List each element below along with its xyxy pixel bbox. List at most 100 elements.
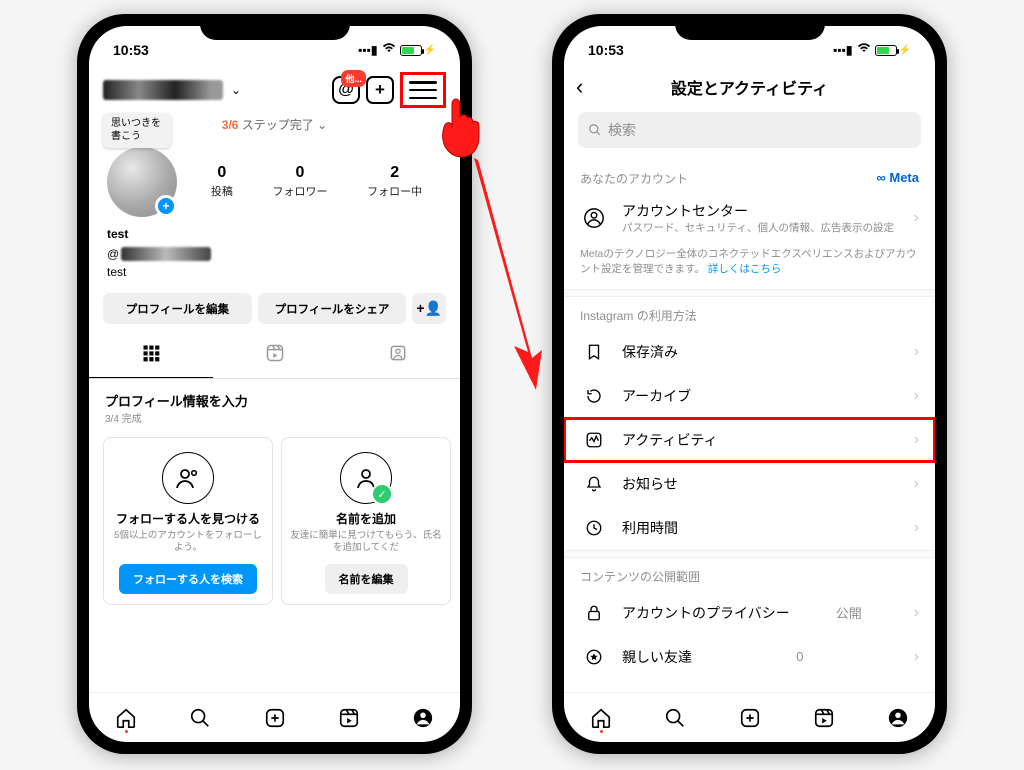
signal-icon: ▪▪▪▮ <box>358 43 377 57</box>
row-saved[interactable]: 保存済み › <box>564 330 935 374</box>
phone-profile: 10:53 ▪▪▪▮ ⚡ ⌄ @他... + 3/6 ステップ完了 ⌄ <box>77 14 472 754</box>
section-usage: Instagram の利用方法 <box>564 297 935 330</box>
create-button[interactable]: + <box>366 76 394 104</box>
stat-following[interactable]: 2フォロー中 <box>367 164 422 200</box>
search-input[interactable]: 検索 <box>578 112 921 148</box>
meta-logo: ∞ Meta <box>876 170 919 187</box>
threads-icon: @ <box>107 247 121 261</box>
profile-icon <box>412 707 434 729</box>
onboarding-cards: フォローする人を見つける 5個以上のアカウントをフォローしよう。 フォローする人… <box>89 427 460 615</box>
edit-profile-button[interactable]: プロフィールを編集 <box>103 293 252 324</box>
divider <box>564 550 935 558</box>
row-account-center[interactable]: アカウントセンター パスワード、セキュリティ、個人の情報、広告表示の設定 › <box>564 193 935 243</box>
display-name: test <box>107 227 442 241</box>
tab-grid[interactable] <box>89 334 213 378</box>
bookmark-icon <box>580 343 608 361</box>
tab-create[interactable] <box>237 693 311 742</box>
section-label: コンテンツの公開範囲 <box>580 568 700 585</box>
avatar-tooltip: 思いつきを書こう <box>103 113 171 148</box>
tab-search[interactable] <box>163 693 237 742</box>
arrow-annotation <box>456 154 546 399</box>
username-obscured[interactable] <box>103 80 223 100</box>
tab-create[interactable] <box>712 693 786 742</box>
section-label: Instagram の利用方法 <box>580 307 697 324</box>
row-notifications[interactable]: お知らせ › <box>564 462 935 506</box>
steps-label: ステップ完了 <box>242 118 314 132</box>
row-screentime[interactable]: 利用時間 › <box>564 506 935 550</box>
discover-people-button[interactable]: +👤 <box>412 293 446 324</box>
bell-icon <box>580 475 608 493</box>
row-label: 親しい友達 <box>622 647 692 667</box>
prompt-title: プロフィール情報を入力 <box>105 391 444 410</box>
prompt-sub: 3/4 完成 <box>105 410 444 425</box>
profile-icon <box>887 707 909 729</box>
bio-text: test <box>107 265 442 279</box>
people-icon <box>162 452 214 504</box>
tab-reels[interactable] <box>213 334 337 378</box>
clock-icon <box>580 519 608 537</box>
home-notification-dot <box>125 730 128 733</box>
charging-icon: ⚡ <box>899 45 911 56</box>
share-profile-button[interactable]: プロフィールをシェア <box>258 293 407 324</box>
tagged-icon <box>388 343 408 363</box>
plus-box-icon <box>739 707 761 729</box>
card-add-name: 名前を追加 友達に簡単に見つけてもらう、氏名を追加してくだ 名前を編集 <box>281 437 451 605</box>
add-story-icon[interactable]: + <box>155 195 177 217</box>
meta-note: Metaのテクノロジー全体のコネクテッドエクスペリエンスおよびアカウント設定を管… <box>564 243 935 288</box>
row-sub: パスワード、セキュリティ、個人の情報、広告表示の設定 <box>622 221 894 235</box>
chevron-right-icon: › <box>914 209 919 227</box>
find-people-button[interactable]: フォローする人を検索 <box>119 564 257 594</box>
tab-reels-bottom[interactable] <box>787 693 861 742</box>
chevron-down-icon[interactable]: ⌄ <box>231 83 241 97</box>
chevron-right-icon: › <box>914 519 919 537</box>
section-account: あなたのアカウント ∞ Meta <box>564 160 935 193</box>
home-notification-dot <box>600 730 603 733</box>
row-archive[interactable]: アーカイブ › <box>564 374 935 418</box>
lock-icon <box>580 604 608 622</box>
settings-header: ‹ 設定とアクティビティ <box>564 66 935 108</box>
tab-reels-bottom[interactable] <box>312 693 386 742</box>
steps-fraction: 3/6 <box>222 118 239 132</box>
meta-learn-more-link[interactable]: 詳しくはこちら <box>708 263 782 275</box>
bio: test @ test <box>89 223 460 283</box>
row-activity[interactable]: アクティビティ › <box>564 418 935 462</box>
card-find-people: フォローする人を見つける 5個以上のアカウントをフォローしよう。 フォローする人… <box>103 437 273 605</box>
bottom-tabbar <box>564 692 935 742</box>
notch <box>675 14 825 40</box>
row-label: 保存済み <box>622 342 678 362</box>
row-value: 0 <box>796 649 803 664</box>
row-close-friends[interactable]: 親しい友達 0 › <box>564 635 935 679</box>
row-title: アカウントセンター <box>622 201 894 221</box>
charging-icon: ⚡ <box>424 45 436 56</box>
avatar-wrap[interactable]: 思いつきを書こう + <box>107 147 177 217</box>
chevron-down-icon: ⌄ <box>317 118 327 132</box>
chevron-right-icon: › <box>914 343 919 361</box>
search-placeholder: 検索 <box>608 120 636 140</box>
stat-posts[interactable]: 0投稿 <box>211 164 233 200</box>
status-right: ▪▪▪▮ ⚡ <box>358 43 436 57</box>
reels-icon <box>338 707 360 729</box>
status-time: 10:53 <box>113 42 149 58</box>
grid-icon <box>141 343 161 363</box>
tab-profile[interactable] <box>386 693 460 742</box>
bottom-tabbar <box>89 692 460 742</box>
edit-name-button[interactable]: 名前を編集 <box>325 564 408 594</box>
screen-settings: 10:53 ▪▪▪▮ ⚡ ‹ 設定とアクティビティ 検索 あなたのアカウント ∞… <box>564 26 935 742</box>
section-label: あなたのアカウント <box>580 170 688 187</box>
status-time: 10:53 <box>588 42 624 58</box>
tab-home[interactable] <box>89 693 163 742</box>
profile-prompt: プロフィール情報を入力 3/4 完成 <box>89 379 460 427</box>
person-icon <box>340 452 392 504</box>
stat-followers[interactable]: 0フォロワー <box>272 164 327 200</box>
threads-handle-obscured <box>121 247 211 261</box>
tab-home[interactable] <box>564 693 638 742</box>
tab-tagged[interactable] <box>336 334 460 378</box>
row-privacy[interactable]: アカウントのプライバシー 公開 › <box>564 591 935 635</box>
tab-profile[interactable] <box>861 693 935 742</box>
threads-button[interactable]: @他... <box>332 76 360 104</box>
tab-search[interactable] <box>638 693 712 742</box>
battery-icon <box>400 45 422 56</box>
search-icon <box>588 123 602 137</box>
battery-icon <box>875 45 897 56</box>
phone-settings: 10:53 ▪▪▪▮ ⚡ ‹ 設定とアクティビティ 検索 あなたのアカウント ∞… <box>552 14 947 754</box>
